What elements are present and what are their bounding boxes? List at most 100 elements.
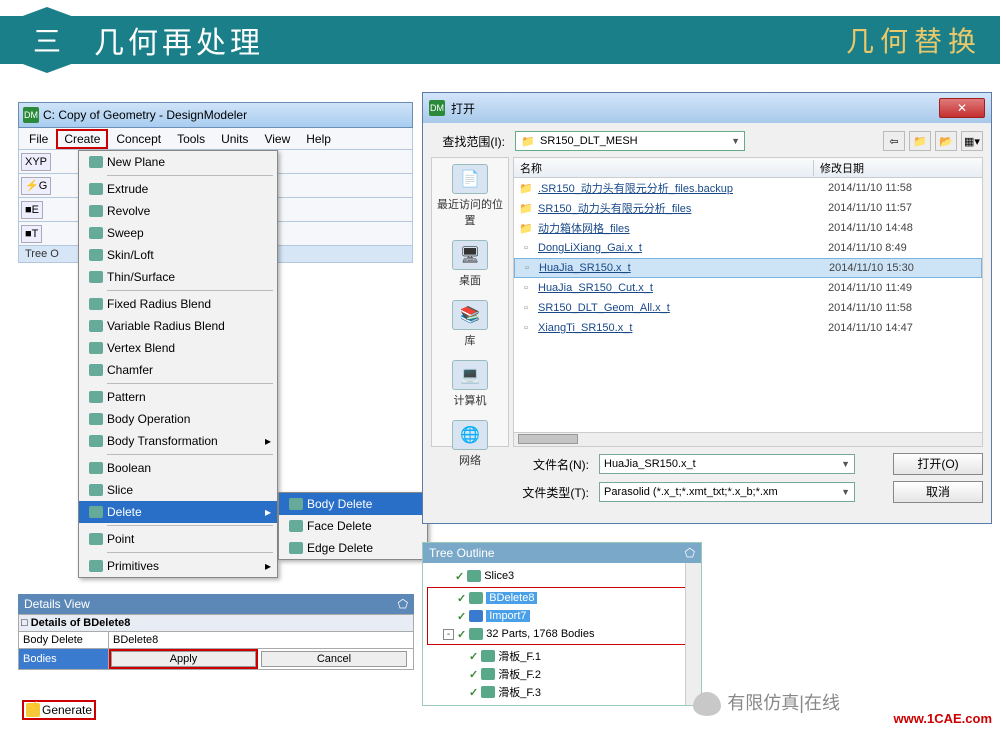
feature-icon xyxy=(89,271,103,283)
menu-item-slice[interactable]: Slice xyxy=(79,479,277,501)
dm-titlebar[interactable]: DM C: Copy of Geometry - DesignModeler xyxy=(18,102,413,128)
node-icon xyxy=(469,610,483,622)
tree-node[interactable]: -✓32 Parts, 1768 Bodies xyxy=(429,625,695,643)
filetype-combo[interactable]: Parasolid (*.x_t;*.xmt_txt;*.x_b;*.xm▼ xyxy=(599,482,855,502)
menu-item-body-transformation[interactable]: Body Transformation▸ xyxy=(79,430,277,452)
places-item[interactable]: 🖥桌面 xyxy=(450,234,490,294)
expand-toggle[interactable]: - xyxy=(443,629,454,640)
place-icon: 🌐 xyxy=(452,420,488,450)
menu-item-skin-loft[interactable]: Skin/Loft xyxy=(79,244,277,266)
menu-item-body-operation[interactable]: Body Operation xyxy=(79,408,277,430)
menu-item-fixed-radius-blend[interactable]: Fixed Radius Blend xyxy=(79,293,277,315)
menu-item-point[interactable]: Point xyxy=(79,528,277,550)
menu-item-primitives[interactable]: Primitives▸ xyxy=(79,555,277,577)
menu-item-extrude[interactable]: Extrude xyxy=(79,178,277,200)
tree-node[interactable]: ✓滑板_F.2 xyxy=(427,665,697,683)
tree-outline-header[interactable]: Tree Outline⬠ xyxy=(423,543,701,563)
tree-node[interactable]: ✓滑板_F.3 xyxy=(427,683,697,701)
close-button[interactable]: ✕ xyxy=(939,98,985,118)
pin-icon[interactable]: ⬠ xyxy=(398,597,408,611)
feature-icon xyxy=(89,320,103,332)
cancel-button[interactable]: Cancel xyxy=(261,651,407,667)
menu-item-revolve[interactable]: Revolve xyxy=(79,200,277,222)
feature-icon xyxy=(89,413,103,425)
menu-create[interactable]: Create xyxy=(56,129,108,149)
tree-node[interactable]: ✓Slice3 xyxy=(427,567,697,585)
submenu-item-face-delete[interactable]: Face Delete xyxy=(279,515,427,537)
check-icon: ✓ xyxy=(469,668,478,681)
pin-icon[interactable]: ⬠ xyxy=(685,546,695,560)
toolbar-thin[interactable]: ■T xyxy=(21,225,42,243)
menu-item-chamfer[interactable]: Chamfer xyxy=(79,359,277,381)
places-item[interactable]: 🌐网络 xyxy=(450,414,490,474)
file-list-item[interactable]: 📁动力箱体网格_files2014/11/10 14:48 xyxy=(514,218,982,238)
feature-icon xyxy=(89,533,103,545)
file-list-header[interactable]: 名称 修改日期 xyxy=(514,158,982,178)
dm-title-text: C: Copy of Geometry - DesignModeler xyxy=(43,108,247,122)
places-item[interactable]: 📚库 xyxy=(450,294,490,354)
menu-help[interactable]: Help xyxy=(298,130,339,148)
file-list-item[interactable]: 📁SR150_动力头有限元分析_files2014/11/10 11:57 xyxy=(514,198,982,218)
toolbar-extrude[interactable]: ■E xyxy=(21,201,43,219)
file-dialog-icon: DM xyxy=(429,100,445,116)
back-button[interactable]: ⇦ xyxy=(883,131,905,151)
file-list-item[interactable]: ▫SR150_DLT_Geom_All.x_t2014/11/10 11:58 xyxy=(514,298,982,318)
vertical-scrollbar[interactable] xyxy=(685,563,701,705)
toolbar-xyplane[interactable]: XYP xyxy=(21,153,51,171)
view-button[interactable]: ▦▾ xyxy=(961,131,983,151)
file-icon: ▫ xyxy=(518,301,534,315)
menu-item-new-plane[interactable]: New Plane xyxy=(79,151,277,173)
url-watermark: www.1CAE.com xyxy=(894,711,992,726)
place-icon: 📄 xyxy=(452,164,488,194)
dialog-cancel-button[interactable]: 取消 xyxy=(893,481,983,503)
menu-tools[interactable]: Tools xyxy=(169,130,213,148)
file-list-item[interactable]: ▫HuaJia_SR150.x_t2014/11/10 15:30 xyxy=(514,258,982,278)
menu-item-delete[interactable]: Delete▸ xyxy=(79,501,277,523)
places-item[interactable]: 💻计算机 xyxy=(450,354,490,414)
node-icon xyxy=(481,668,495,680)
file-icon: ▫ xyxy=(518,321,534,335)
feature-icon xyxy=(89,183,103,195)
menu-item-thin-surface[interactable]: Thin/Surface xyxy=(79,266,277,288)
horizontal-scrollbar[interactable] xyxy=(514,432,982,446)
tree-node[interactable]: ✓Import7 xyxy=(429,607,695,625)
tree-node[interactable]: ✓BDelete8 xyxy=(429,589,695,607)
file-dialog-title: 打开 xyxy=(451,100,475,117)
file-open-dialog: DM 打开 ✕ 查找范围(I): 📁 SR150_DLT_MESH ▼ ⇦ 📁 … xyxy=(422,92,992,524)
newfolder-button[interactable]: 📂 xyxy=(935,131,957,151)
up-button[interactable]: 📁 xyxy=(909,131,931,151)
submenu-item-body-delete[interactable]: Body Delete xyxy=(279,493,427,515)
menu-item-vertex-blend[interactable]: Vertex Blend xyxy=(79,337,277,359)
toolbar-generate[interactable]: ⚡G xyxy=(21,177,51,195)
lookin-combo[interactable]: 📁 SR150_DLT_MESH ▼ xyxy=(515,131,745,151)
places-item[interactable]: 📄最近访问的位置 xyxy=(432,158,508,234)
create-dropdown: New Plane ExtrudeRevolveSweepSkin/LoftThi… xyxy=(78,150,278,578)
folder-icon: 📁 xyxy=(520,134,536,148)
apply-button[interactable]: Apply xyxy=(111,651,256,667)
menu-view[interactable]: View xyxy=(256,130,298,148)
submenu-arrow-icon: ▸ xyxy=(265,505,271,519)
node-icon xyxy=(481,650,495,662)
menu-item-pattern[interactable]: Pattern xyxy=(79,386,277,408)
file-list-item[interactable]: 📁.SR150_动力头有限元分析_files.backup2014/11/10 … xyxy=(514,178,982,198)
submenu-item-edge-delete[interactable]: Edge Delete xyxy=(279,537,427,559)
file-list-item[interactable]: ▫XiangTi_SR150.x_t2014/11/10 14:47 xyxy=(514,318,982,338)
file-dialog-titlebar[interactable]: DM 打开 ✕ xyxy=(423,93,991,123)
menu-item-sweep[interactable]: Sweep xyxy=(79,222,277,244)
menu-item-boolean[interactable]: Boolean xyxy=(79,457,277,479)
menu-units[interactable]: Units xyxy=(213,130,256,148)
menu-file[interactable]: File xyxy=(21,130,56,148)
chevron-down-icon: ▼ xyxy=(841,487,850,497)
col-name[interactable]: 名称 xyxy=(514,160,814,176)
col-date[interactable]: 修改日期 xyxy=(814,160,982,176)
file-list-item[interactable]: ▫DongLiXiang_Gai.x_t2014/11/10 8:49 xyxy=(514,238,982,258)
feature-icon xyxy=(89,156,103,168)
details-view-header[interactable]: Details View⬠ xyxy=(18,594,414,614)
menu-concept[interactable]: Concept xyxy=(108,130,169,148)
open-button[interactable]: 打开(O) xyxy=(893,453,983,475)
file-list-item[interactable]: ▫HuaJia_SR150_Cut.x_t2014/11/10 11:49 xyxy=(514,278,982,298)
filename-input[interactable]: HuaJia_SR150.x_t▼ xyxy=(599,454,855,474)
menu-item-variable-radius-blend[interactable]: Variable Radius Blend xyxy=(79,315,277,337)
tree-node[interactable]: ✓滑板_F.1 xyxy=(427,647,697,665)
generate-button[interactable]: Generate xyxy=(22,700,96,720)
